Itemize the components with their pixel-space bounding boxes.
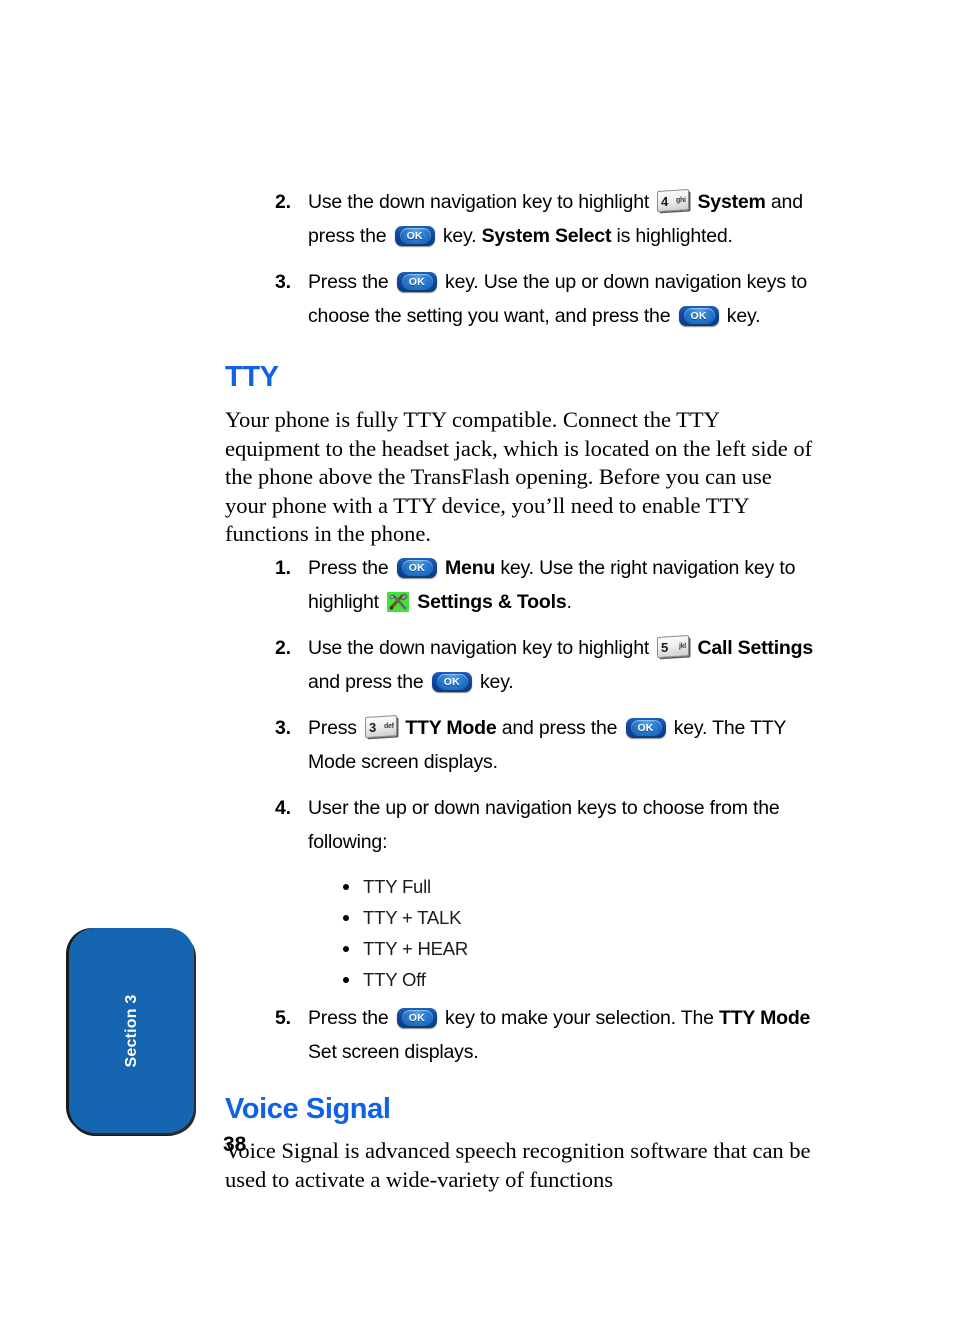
bullet-icon [343, 945, 349, 952]
section-tab: Section 3 [69, 928, 194, 1133]
tty-option-label: TTY Full [363, 875, 431, 897]
settings-and-tools-icon [387, 591, 410, 612]
bullet-icon [343, 883, 349, 890]
step-emphasis: TTY Mode [718, 1006, 811, 1029]
step-text: User the up or down navigation keys to c… [308, 796, 780, 853]
tty-option-item: TTY + HEAR [223, 933, 813, 964]
step-emphasis: Call Settings [692, 636, 814, 659]
step-text: Use the down navigation key to highlight [308, 636, 655, 659]
ok-key-label: OK [690, 310, 707, 322]
tty-option-item: TTY Full [223, 871, 813, 902]
step-emphasis: System Select [481, 225, 612, 247]
step-number: 3. [275, 271, 291, 293]
step-number: 2. [275, 191, 291, 213]
step-number: 1. [275, 556, 291, 579]
step-emphasis: System [692, 191, 766, 213]
ok-key-icon: OK [396, 557, 437, 578]
ok-key-label: OK [408, 1011, 425, 1024]
tty-option-label: TTY + HEAR [363, 937, 469, 959]
numbered-step: 2. Use the down navigation key to highlig… [223, 185, 813, 253]
page-number: 38 [223, 1133, 247, 1156]
step-number: 4. [275, 796, 291, 819]
tty-option-item: TTY Off [223, 964, 813, 995]
step-text: Press the [308, 556, 394, 579]
phone-key-digit: 5 [661, 639, 669, 655]
phone-key-letters: ghi [676, 196, 687, 204]
tty-heading: TTY [225, 361, 279, 393]
voice-signal-paragraph: Voice Signal is advanced speech recognit… [225, 1137, 811, 1192]
step-text: key. [437, 225, 482, 247]
ok-key-label: OK [408, 561, 425, 574]
step-number: 3. [275, 716, 291, 739]
step-emphasis: Settings & Tools [412, 590, 567, 613]
phone-key-5-icon: 5 jkl [657, 634, 690, 658]
ok-key-label: OK [406, 230, 423, 242]
voice-signal-heading: Voice Signal [225, 1092, 391, 1125]
page-content: 2. Use the down navigation key to highlig… [223, 185, 813, 1196]
tty-option-item: TTY + TALK [223, 902, 813, 933]
step-number: 5. [275, 1006, 291, 1029]
phone-key-letters: def [384, 722, 395, 730]
ok-key-icon: OK [394, 226, 435, 246]
step-text: Press the [308, 271, 394, 293]
tty-steps-list: 1. Press the OK Menu key. Use the right n… [223, 551, 813, 859]
continued-steps-list: 2. Use the down navigation key to highlig… [223, 185, 813, 333]
phone-key-digit: 4 [661, 193, 669, 209]
tty-intro-paragraph: Your phone is fully TTY compatible. Conn… [225, 407, 813, 547]
step-text: . [566, 590, 572, 613]
step-text: and press the [496, 716, 623, 739]
numbered-step: 5. Press the OK key to make your selectio… [223, 1001, 813, 1069]
step-text: is highlighted. [611, 225, 733, 247]
step-text: key. [474, 670, 514, 693]
ok-key-icon: OK [678, 306, 719, 326]
step-number: 2. [275, 636, 291, 659]
tty-option-label: TTY + TALK [363, 906, 462, 928]
tty-options-list: TTY Full TTY + TALK TTY + HEAR TTY Off [223, 871, 813, 995]
bullet-icon [343, 976, 349, 983]
step-text: Press the [308, 1006, 394, 1029]
step-text: and press the [308, 670, 429, 693]
ok-key-icon: OK [396, 1007, 437, 1028]
bullet-icon [343, 914, 349, 921]
step-emphasis: TTY Mode [400, 716, 497, 739]
ok-key-label: OK [443, 675, 460, 688]
tty-option-label: TTY Off [363, 968, 426, 990]
tty-final-step: 5. Press the OK key to make your selectio… [223, 1001, 813, 1069]
numbered-step: 3. Press the OK key. Use the up or down n… [223, 265, 813, 333]
step-emphasis: Menu [439, 556, 496, 579]
numbered-step: 2. Use the down navigation key to highlig… [223, 631, 813, 699]
step-text: key. [721, 305, 761, 327]
phone-key-letters: jkl [679, 642, 687, 650]
phone-key-digit: 3 [369, 719, 377, 735]
step-text: Press [308, 716, 363, 739]
ok-key-icon: OK [431, 671, 472, 692]
ok-key-label: OK [408, 276, 425, 288]
numbered-step: 4. User the up or down navigation keys to… [223, 791, 813, 859]
numbered-step: 3. Press 3 def TTY Mode and press the OK k… [223, 711, 813, 779]
ok-key-label: OK [637, 721, 654, 734]
manual-page: Section 3 2. Use the down navigation key … [0, 0, 954, 1319]
step-text: Set screen displays. [308, 1040, 479, 1063]
section-tab-label: Section 3 [123, 994, 140, 1067]
phone-key-3-icon: 3 def [365, 714, 398, 738]
ok-key-icon: OK [625, 717, 666, 738]
ok-key-icon: OK [396, 272, 437, 292]
phone-key-4-icon: 4 ghi [657, 189, 690, 212]
step-text: key to make your selection. The [439, 1006, 719, 1029]
step-text: Use the down navigation key to highlight [308, 191, 655, 213]
numbered-step: 1. Press the OK Menu key. Use the right n… [223, 551, 813, 619]
